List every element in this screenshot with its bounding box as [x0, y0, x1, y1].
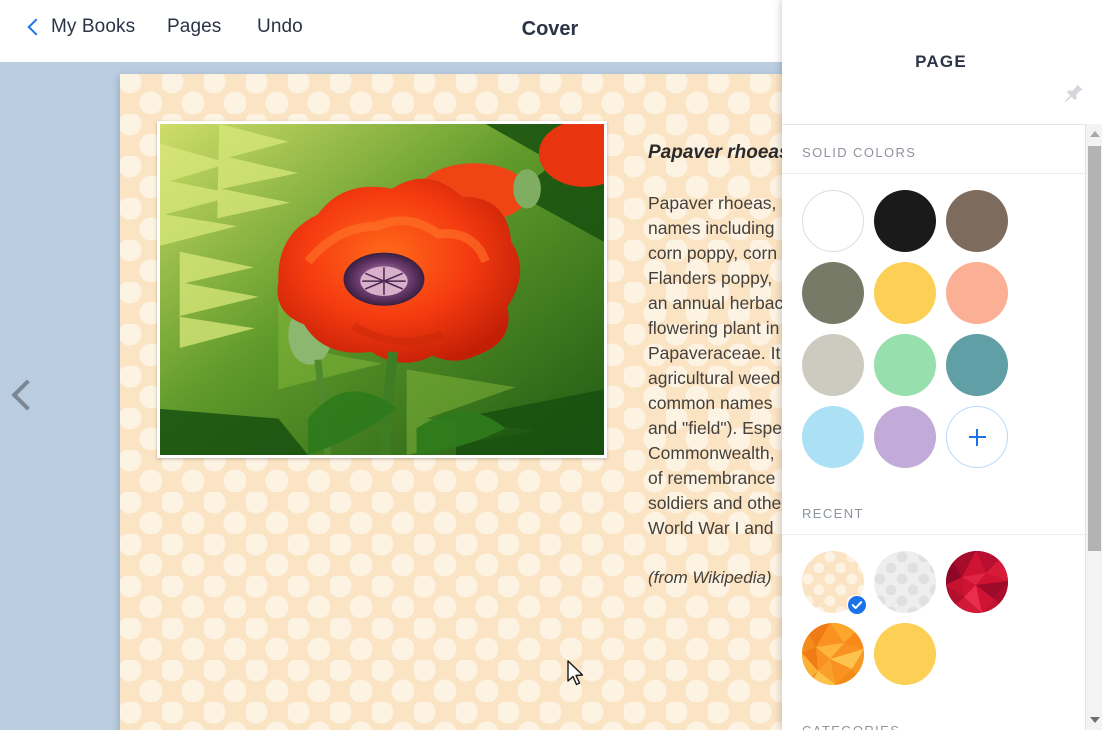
recent-swatches-grid	[782, 535, 1085, 703]
color-swatch-black[interactable]	[874, 190, 936, 252]
solid-colors-section-label: SOLID COLORS	[782, 125, 1102, 174]
cover-photo-frame[interactable]	[157, 121, 607, 458]
recent-swatch-gray-polka-dots[interactable]	[874, 551, 936, 613]
recent-swatch-orange-low-poly[interactable]	[802, 623, 864, 685]
add-custom-color-button[interactable]	[946, 406, 1008, 468]
scrollbar-thumb[interactable]	[1088, 146, 1101, 551]
recent-swatch-crimson-low-poly[interactable]	[946, 551, 1008, 613]
categories-section-label: CATEGORIES	[782, 703, 1102, 730]
color-swatch-light-blue[interactable]	[802, 406, 864, 468]
panel-scrollbar[interactable]	[1085, 124, 1102, 730]
color-swatch-salmon[interactable]	[946, 262, 1008, 324]
panel-scroll-body: SOLID COLORS RECENT	[782, 124, 1102, 730]
color-swatch-warm-gray[interactable]	[802, 334, 864, 396]
panel-title: PAGE	[915, 52, 967, 71]
color-swatch-mint-green[interactable]	[874, 334, 936, 396]
panel-header: PAGE	[782, 0, 1102, 71]
color-swatch-olive-gray[interactable]	[802, 262, 864, 324]
red-poppy-flower-photo	[160, 124, 604, 455]
page-background-panel: PAGE SOLID COLORS RECENT	[782, 0, 1102, 730]
triangle-up-icon[interactable]	[1090, 131, 1100, 137]
solid-colors-grid	[782, 174, 1085, 486]
color-swatch-teal[interactable]	[946, 334, 1008, 396]
pushpin-icon[interactable]	[1063, 82, 1085, 104]
recent-swatch-yellow-solid[interactable]	[874, 623, 936, 685]
color-swatch-taupe[interactable]	[946, 190, 1008, 252]
color-swatch-white[interactable]	[802, 190, 864, 252]
page-title-text: Cover	[521, 18, 579, 40]
color-swatch-lavender[interactable]	[874, 406, 936, 468]
color-swatch-yellow[interactable]	[874, 262, 936, 324]
previous-page-chevron-left-icon[interactable]	[11, 379, 43, 411]
recent-swatch-peach-polka-dots[interactable]	[802, 551, 867, 615]
undo-button[interactable]: Undo	[257, 16, 303, 38]
my-books-label: My Books	[51, 16, 136, 37]
selected-check-icon	[847, 595, 867, 615]
pages-button[interactable]: Pages	[167, 16, 221, 38]
chevron-left-icon	[27, 18, 45, 35]
my-books-back-button[interactable]: My Books	[27, 16, 136, 38]
triangle-down-icon[interactable]	[1090, 717, 1100, 723]
recent-section-label: RECENT	[782, 486, 1102, 535]
